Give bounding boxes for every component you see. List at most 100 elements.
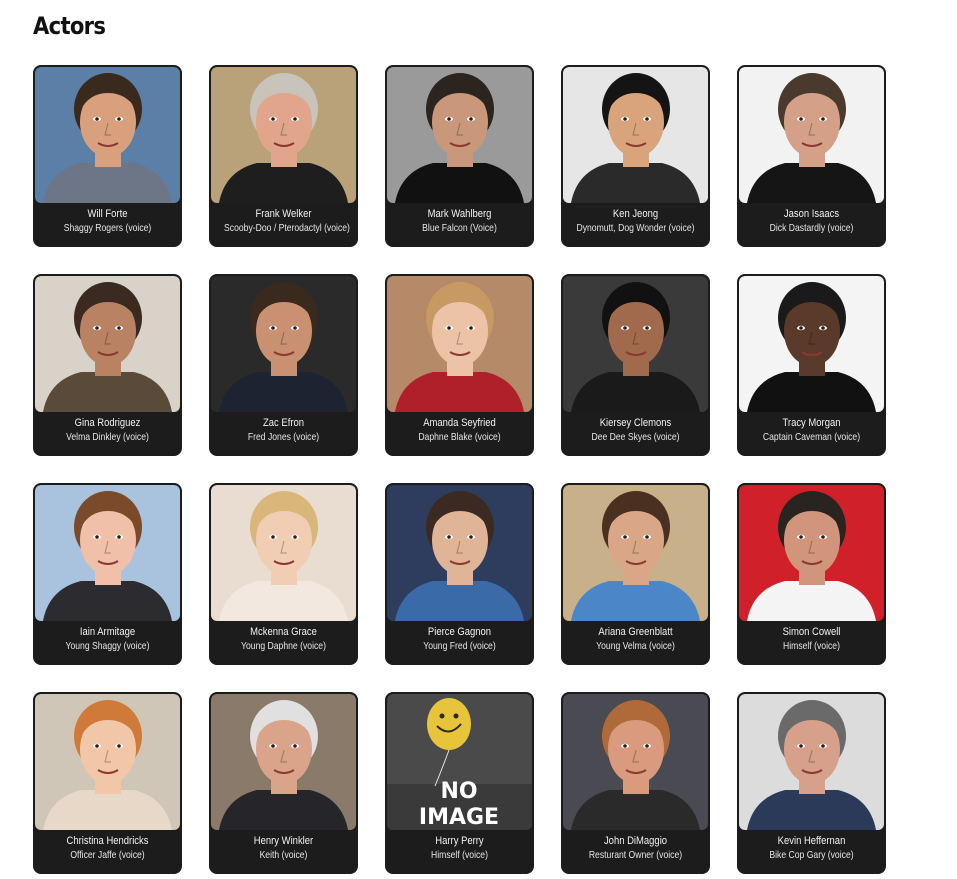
actor-info: Frank Welker Scooby-Doo / Pterodactyl (vo…: [211, 207, 356, 245]
actor-photo[interactable]: [739, 67, 884, 203]
actor-photo[interactable]: [211, 67, 356, 203]
actor-info: Henry Winkler Keith (voice): [211, 834, 356, 872]
actor-card[interactable]: Jason Isaacs Dick Dastardly (voice): [737, 65, 886, 247]
actor-info: Christina Hendricks Officer Jaffe (voice): [35, 834, 180, 872]
actor-role: Blue Falcon (Voice): [422, 222, 497, 234]
actor-photo[interactable]: [739, 276, 884, 412]
actor-name[interactable]: Pierce Gagnon: [397, 625, 522, 639]
actor-role: Captain Caveman (voice): [762, 431, 861, 443]
actor-card[interactable]: Will Forte Shaggy Rogers (voice): [33, 65, 182, 247]
actor-role: Young Fred (voice): [423, 640, 496, 652]
actor-role: Shaggy Rogers (voice): [63, 222, 152, 234]
actor-card[interactable]: Christina Hendricks Officer Jaffe (voice): [33, 692, 182, 874]
actor-name[interactable]: Kevin Heffernan: [749, 834, 874, 848]
actor-card[interactable]: Frank Welker Scooby-Doo / Pterodactyl (vo…: [209, 65, 358, 247]
actor-card[interactable]: Amanda Seyfried Daphne Blake (voice): [385, 274, 534, 456]
actor-card[interactable]: Kevin Heffernan Bike Cop Gary (voice): [737, 692, 886, 874]
actor-role: Bike Cop Gary (voice): [769, 849, 854, 861]
no-image-placeholder[interactable]: NO IMAGE: [387, 694, 532, 830]
actor-card[interactable]: Iain Armitage Young Shaggy (voice): [33, 483, 182, 665]
actor-name[interactable]: Gina Rodriguez: [45, 416, 170, 430]
actor-role: Fred Jones (voice): [247, 431, 320, 443]
actor-info: Mark Wahlberg Blue Falcon (Voice): [387, 207, 532, 245]
actor-name[interactable]: Simon Cowell: [749, 625, 874, 639]
actor-name[interactable]: Ariana Greenblatt: [573, 625, 698, 639]
actor-photo[interactable]: [739, 694, 884, 830]
actor-name[interactable]: Iain Armitage: [45, 625, 170, 639]
actor-photo[interactable]: [563, 276, 708, 412]
actor-photo[interactable]: [35, 67, 180, 203]
actor-role: Dynomutt, Dog Wonder (voice): [576, 222, 695, 234]
actor-card[interactable]: Mckenna Grace Young Daphne (voice): [209, 483, 358, 665]
actor-photo[interactable]: [563, 694, 708, 830]
actor-card[interactable]: Simon Cowell Himself (voice): [737, 483, 886, 665]
actor-name[interactable]: Henry Winkler: [221, 834, 346, 848]
actor-photo[interactable]: [739, 485, 884, 621]
actor-name[interactable]: Kiersey Clemons: [573, 416, 698, 430]
actor-name[interactable]: Harry Perry: [397, 834, 522, 848]
actor-photo[interactable]: [211, 276, 356, 412]
actor-photo[interactable]: [563, 485, 708, 621]
actor-name[interactable]: Jason Isaacs: [749, 207, 874, 221]
actor-role: Himself (voice): [783, 640, 840, 652]
actor-info: Mckenna Grace Young Daphne (voice): [211, 625, 356, 663]
actor-role: Young Shaggy (voice): [65, 640, 150, 652]
actor-card[interactable]: John DiMaggio Resturant Owner (voice): [561, 692, 710, 874]
actor-name[interactable]: Mckenna Grace: [221, 625, 346, 639]
actor-name[interactable]: Will Forte: [45, 207, 170, 221]
actor-card[interactable]: Kiersey Clemons Dee Dee Skyes (voice): [561, 274, 710, 456]
actor-card[interactable]: Tracy Morgan Captain Caveman (voice): [737, 274, 886, 456]
actor-role: Scooby-Doo / Pterodactyl (voice): [224, 222, 350, 234]
actors-grid: Will Forte Shaggy Rogers (voice) Frank Wel…: [33, 65, 893, 877]
actor-role: Daphne Blake (voice): [418, 431, 501, 443]
actor-info: Gina Rodriguez Velma Dinkley (voice): [35, 416, 180, 454]
actor-card[interactable]: Ken Jeong Dynomutt, Dog Wonder (voice): [561, 65, 710, 247]
actor-card[interactable]: Pierce Gagnon Young Fred (voice): [385, 483, 534, 665]
actor-role: Keith (voice): [259, 849, 308, 861]
actor-photo[interactable]: [211, 485, 356, 621]
actor-card[interactable]: Gina Rodriguez Velma Dinkley (voice): [33, 274, 182, 456]
actor-info: Ken Jeong Dynomutt, Dog Wonder (voice): [563, 207, 708, 245]
page-title: Actors: [33, 12, 106, 40]
actor-role: Resturant Owner (voice): [588, 849, 683, 861]
actor-role: Dick Dastardly (voice): [769, 222, 854, 234]
actor-role: Dee Dee Skyes (voice): [591, 431, 680, 443]
actor-photo[interactable]: [387, 67, 532, 203]
actor-name[interactable]: Tracy Morgan: [749, 416, 874, 430]
actor-name[interactable]: Christina Hendricks: [45, 834, 170, 848]
actor-info: Jason Isaacs Dick Dastardly (voice): [739, 207, 884, 245]
actor-photo[interactable]: [387, 276, 532, 412]
actor-name[interactable]: Frank Welker: [221, 207, 346, 221]
actor-card[interactable]: NO IMAGE Harry Perry Himself (voice): [385, 692, 534, 874]
actor-role: Young Velma (voice): [596, 640, 675, 652]
actor-card[interactable]: Mark Wahlberg Blue Falcon (Voice): [385, 65, 534, 247]
actor-photo[interactable]: [211, 694, 356, 830]
actor-info: Harry Perry Himself (voice): [387, 834, 532, 872]
actor-name[interactable]: Mark Wahlberg: [397, 207, 522, 221]
actor-name[interactable]: Zac Efron: [221, 416, 346, 430]
actor-name[interactable]: Amanda Seyfried: [397, 416, 522, 430]
actor-info: Simon Cowell Himself (voice): [739, 625, 884, 663]
no-image-text: NO: [440, 779, 477, 804]
actor-name[interactable]: John DiMaggio: [573, 834, 698, 848]
actor-photo[interactable]: [35, 276, 180, 412]
actor-info: Zac Efron Fred Jones (voice): [211, 416, 356, 454]
actor-card[interactable]: Zac Efron Fred Jones (voice): [209, 274, 358, 456]
actor-name[interactable]: Ken Jeong: [573, 207, 698, 221]
actor-photo[interactable]: [387, 485, 532, 621]
actor-photo[interactable]: [35, 694, 180, 830]
actor-info: Amanda Seyfried Daphne Blake (voice): [387, 416, 532, 454]
actor-info: Tracy Morgan Captain Caveman (voice): [739, 416, 884, 454]
actor-role: Young Daphne (voice): [241, 640, 326, 652]
actor-info: Will Forte Shaggy Rogers (voice): [35, 207, 180, 245]
actor-info: Iain Armitage Young Shaggy (voice): [35, 625, 180, 663]
actor-card[interactable]: Ariana Greenblatt Young Velma (voice): [561, 483, 710, 665]
actor-info: John DiMaggio Resturant Owner (voice): [563, 834, 708, 872]
actor-photo[interactable]: [563, 67, 708, 203]
actor-photo[interactable]: [35, 485, 180, 621]
actor-info: Pierce Gagnon Young Fred (voice): [387, 625, 532, 663]
actor-info: Kiersey Clemons Dee Dee Skyes (voice): [563, 416, 708, 454]
no-image-text: IMAGE: [419, 805, 499, 830]
actor-info: Kevin Heffernan Bike Cop Gary (voice): [739, 834, 884, 872]
actor-card[interactable]: Henry Winkler Keith (voice): [209, 692, 358, 874]
